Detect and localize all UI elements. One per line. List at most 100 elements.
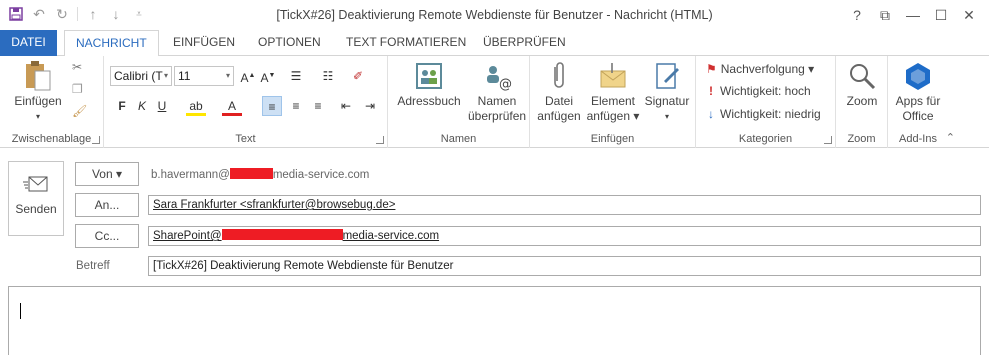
tags-launcher-icon[interactable] (824, 136, 832, 144)
text-caret (20, 303, 21, 319)
apps-label-1: Apps für (895, 94, 941, 108)
ribbon: Einfügen ▾ ✂ ❐ 🖌 Zwischenablage Calibri … (0, 56, 989, 148)
flag-icon: ⚑ (706, 62, 717, 76)
title-bar: ↶ ↻ ↑ ↓ ⩡ [TickX#26] Deaktivierung Remot… (0, 0, 989, 30)
group-label-basic-text: Text (235, 133, 256, 145)
font-size-combo[interactable]: 11 ▾ (174, 66, 234, 86)
align-center-icon[interactable]: ≡ (286, 96, 306, 116)
office-apps-icon (902, 60, 934, 92)
collapse-ribbon-icon[interactable]: ⌃ (946, 131, 955, 144)
numbering-icon[interactable]: ☷ (318, 66, 338, 86)
window-controls: ? ⧉ — ☐ ✕ (843, 4, 983, 26)
underline-icon[interactable]: U (152, 96, 172, 116)
clear-formatting-icon[interactable]: ✐ (348, 66, 368, 86)
check-names-icon: @ (481, 60, 513, 92)
maximize-button[interactable]: ☐ (927, 4, 955, 26)
from-address-prefix: b.havermann@ (151, 169, 230, 181)
copy-button[interactable]: ❐ (72, 82, 83, 96)
bullets-icon[interactable]: ☰ (286, 66, 306, 86)
group-basic-text: Calibri (T ▾ 11 ▾ A▲ A▼ ☰ ☷ ✐ F K U ab A ≡… (104, 56, 388, 148)
attach-item-label-1: Element (590, 94, 636, 108)
message-header: Senden Von ▾ b.havermann@ media-service.c… (0, 148, 989, 283)
check-names-button[interactable]: @ Namen überprüfen (468, 60, 526, 124)
decrease-indent-icon[interactable]: ⇤ (336, 96, 356, 116)
follow-up-button[interactable]: ⚑ Nachverfolgung ▾ (706, 62, 814, 76)
message-body[interactable] (8, 286, 981, 355)
subject-label: Betreff (76, 260, 110, 272)
group-zoom: Zoom Zoom (836, 56, 888, 148)
tab-insert[interactable]: EINFÜGEN (162, 30, 246, 56)
apps-label-2: Office (902, 109, 934, 123)
apps-for-office-button[interactable]: Apps für Office (890, 60, 946, 124)
from-field[interactable]: b.havermann@ media-service.com (151, 168, 369, 181)
group-label-clipboard: Zwischenablage (11, 133, 92, 145)
send-button[interactable]: Senden (8, 161, 64, 236)
to-field[interactable]: Sara Frankfurter <sfrankfurter@browsebug… (148, 195, 981, 215)
group-label-names: Namen (440, 133, 477, 145)
cc-field[interactable]: SharePoint@ media-service.com (148, 226, 981, 246)
tab-review[interactable]: ÜBERPRÜFEN (472, 30, 577, 56)
paste-dropdown-icon: ▾ (35, 112, 40, 121)
tab-message[interactable]: NACHRICHT (64, 30, 159, 57)
font-size-value: 11 (178, 69, 191, 83)
tab-file[interactable]: DATEI (0, 30, 57, 56)
ribbon-display-button[interactable]: ⧉ (871, 4, 899, 26)
tab-format-text[interactable]: TEXT FORMATIEREN (335, 30, 477, 56)
chevron-down-icon: ▾ (225, 71, 230, 80)
group-names: Adressbuch @ Namen überprüfen Namen (388, 56, 530, 148)
svg-text:@: @ (499, 77, 512, 91)
clipboard-launcher-icon[interactable] (92, 136, 100, 144)
address-book-button[interactable]: Adressbuch (394, 60, 464, 109)
to-button[interactable]: An... (75, 193, 139, 217)
group-label-addins: Add-Ins (899, 133, 937, 145)
signature-dropdown-icon: ▾ (664, 112, 669, 121)
cc-address-prefix: SharePoint@ (153, 230, 222, 242)
group-label-include: Einfügen (590, 133, 635, 145)
subject-value: [TickX#26] Deaktivierung Remote Webdiens… (153, 260, 454, 272)
paperclip-icon (543, 60, 575, 92)
signature-button[interactable]: Signatur ▾ (642, 60, 692, 124)
close-button[interactable]: ✕ (955, 4, 983, 26)
format-painter-button[interactable]: 🖌 (72, 104, 87, 118)
font-name-combo[interactable]: Calibri (T ▾ (110, 66, 172, 86)
basic-text-launcher-icon[interactable] (376, 136, 384, 144)
chevron-down-icon: ▾ (163, 71, 168, 80)
highlight-icon[interactable]: ab (186, 96, 206, 116)
group-label-tags: Kategorien (738, 133, 793, 145)
low-importance-button[interactable]: ↓ Wichtigkeit: niedrig (706, 107, 821, 121)
minimize-button[interactable]: — (899, 4, 927, 26)
italic-icon[interactable]: K (132, 96, 152, 116)
check-names-label-1: Namen (477, 94, 517, 108)
group-clipboard: Einfügen ▾ ✂ ❐ 🖌 Zwischenablage (0, 56, 104, 148)
zoom-button[interactable]: Zoom (840, 60, 884, 109)
ribbon-tabs: DATEI NACHRICHT EINFÜGEN OPTIONEN TEXT F… (0, 30, 989, 57)
from-button[interactable]: Von ▾ (75, 162, 139, 186)
attach-file-label-2: anfügen (537, 109, 581, 123)
signature-icon (651, 60, 683, 92)
attach-item-button[interactable]: Element anfügen ▾ (586, 60, 640, 124)
subject-field[interactable]: [TickX#26] Deaktivierung Remote Webdiens… (148, 256, 981, 276)
attach-file-label-1: Datei (544, 94, 573, 108)
cc-button[interactable]: Cc... (75, 224, 139, 248)
group-addins: Apps für Office Add-Ins (888, 56, 948, 148)
zoom-label: Zoom (846, 94, 878, 108)
paste-button[interactable]: Einfügen ▾ (10, 60, 66, 124)
align-left-icon[interactable]: ≡ (262, 96, 282, 116)
increase-indent-icon[interactable]: ⇥ (360, 96, 380, 116)
signature-label: Signatur (644, 94, 690, 108)
cut-button[interactable]: ✂ (72, 60, 82, 74)
bold-icon[interactable]: F (112, 96, 132, 116)
align-right-icon[interactable]: ≡ (308, 96, 328, 116)
group-include: Datei anfügen Element anfügen ▾ Signatur… (530, 56, 696, 148)
group-label-zoom: Zoom (847, 133, 876, 145)
tab-options[interactable]: OPTIONEN (247, 30, 332, 56)
help-button[interactable]: ? (843, 4, 871, 26)
grow-font-icon[interactable]: A▲ (238, 66, 258, 86)
attach-file-button[interactable]: Datei anfügen (534, 60, 584, 124)
font-color-icon[interactable]: A (222, 96, 242, 116)
shrink-font-icon[interactable]: A▼ (258, 66, 278, 86)
address-book-label: Adressbuch (397, 94, 461, 108)
send-label: Senden (15, 202, 57, 216)
group-tags: ⚑ Nachverfolgung ▾ ! Wichtigkeit: hoch ↓… (696, 56, 836, 148)
high-importance-button[interactable]: ! Wichtigkeit: hoch (706, 84, 811, 98)
